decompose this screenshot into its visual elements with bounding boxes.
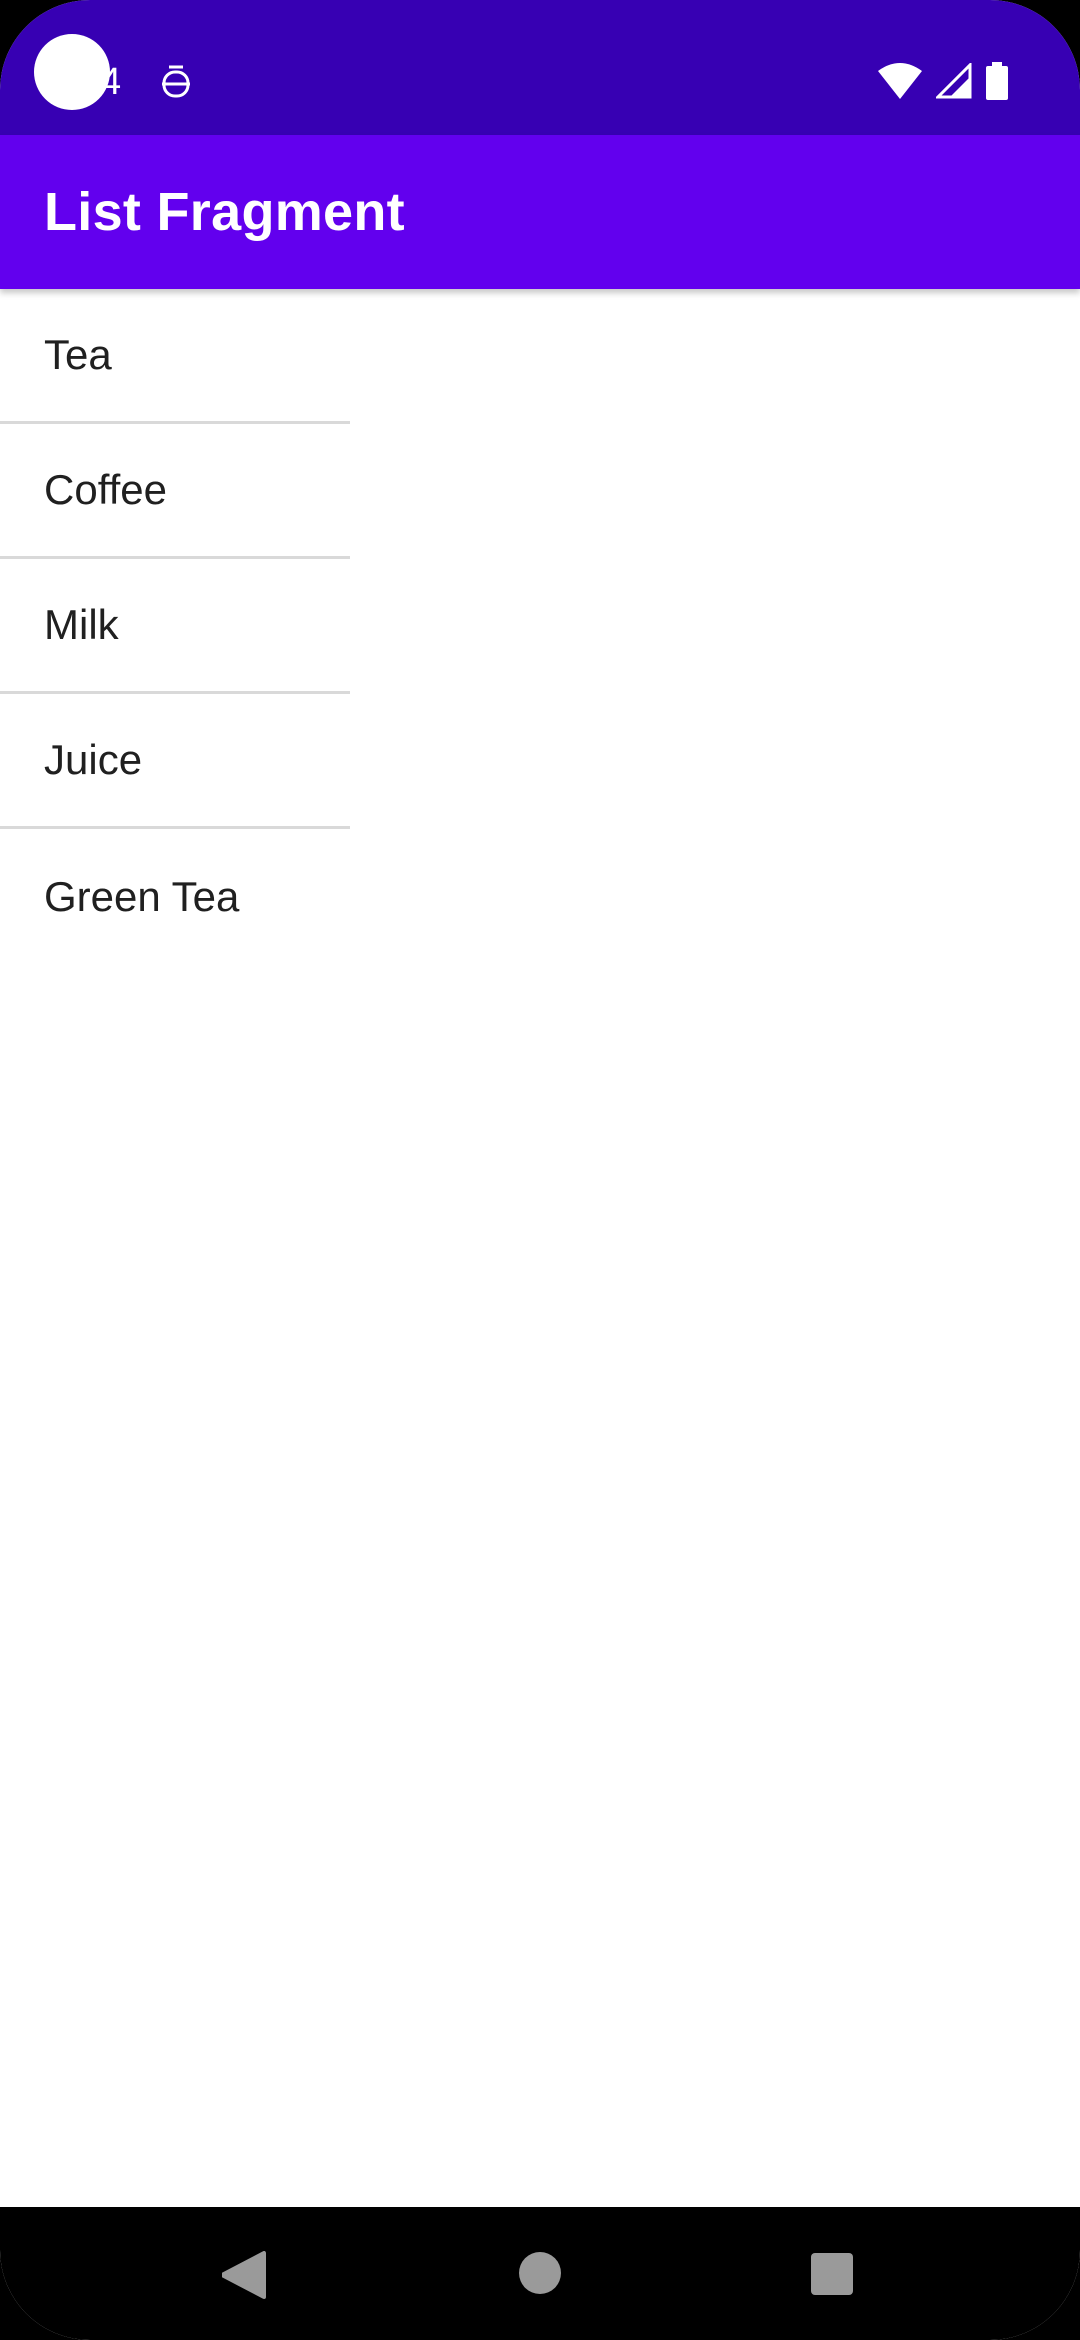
drink-list: Tea Coffee Milk Juice Green Tea: [0, 289, 350, 964]
list-item-label: Green Tea: [44, 872, 240, 920]
list-item-label: Milk: [44, 601, 119, 648]
page-title: List Fragment: [44, 182, 405, 242]
back-icon[interactable]: [222, 2251, 266, 2299]
navigation-bar: [0, 2207, 1080, 2340]
app-bar: List Fragment: [0, 135, 1080, 289]
battery-icon: [986, 62, 1008, 100]
status-icons: [878, 62, 1008, 100]
camera-cutout: [34, 34, 110, 110]
status-bar: 4: [0, 0, 1080, 135]
list-item-label: Tea: [44, 331, 112, 378]
recents-icon[interactable]: [811, 2253, 853, 2295]
phone-screen: 4 List Fragment Tea Coffee Milk Juice Gr…: [0, 0, 1080, 2340]
list-item[interactable]: Tea: [0, 289, 350, 424]
list-item[interactable]: Milk: [0, 559, 350, 694]
list-item[interactable]: Juice: [0, 694, 350, 829]
notification-face-icon: [162, 65, 190, 98]
list-item[interactable]: Coffee: [0, 424, 350, 559]
cellular-signal-icon: [936, 63, 972, 99]
list-item[interactable]: Green Tea: [0, 829, 350, 964]
status-time: 4: [100, 61, 122, 103]
list-item-label: Coffee: [44, 466, 167, 513]
wifi-icon: [878, 63, 922, 99]
home-icon[interactable]: [519, 2252, 561, 2294]
list-item-label: Juice: [44, 736, 143, 783]
